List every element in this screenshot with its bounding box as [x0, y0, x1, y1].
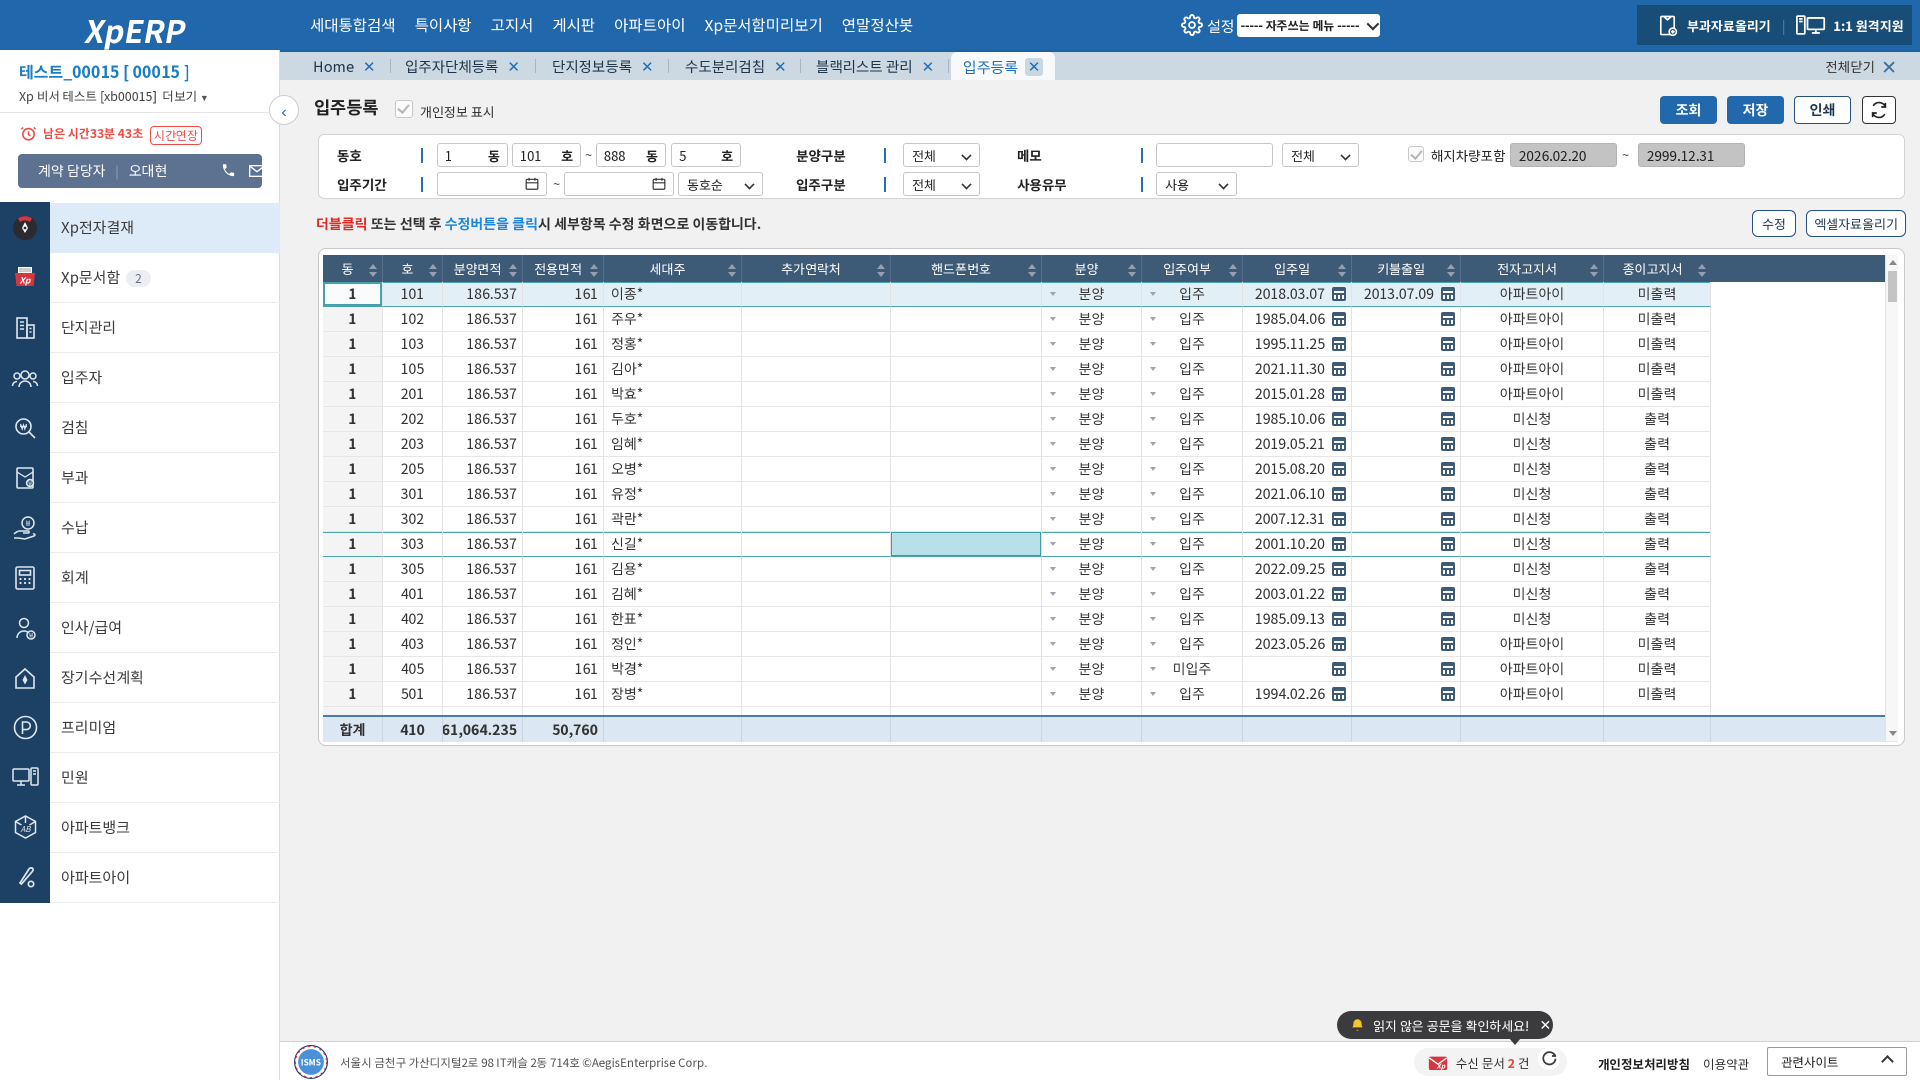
- svg-text:AB: AB: [20, 824, 31, 835]
- svg-text:Xp: Xp: [1437, 1060, 1446, 1070]
- svg-text:₩: ₩: [27, 478, 32, 487]
- svg-text:ISMS: ISMS: [301, 1057, 321, 1069]
- svg-text:Xp: Xp: [20, 274, 31, 286]
- svg-text:₩: ₩: [24, 518, 30, 529]
- svg-text:₩: ₩: [28, 629, 33, 639]
